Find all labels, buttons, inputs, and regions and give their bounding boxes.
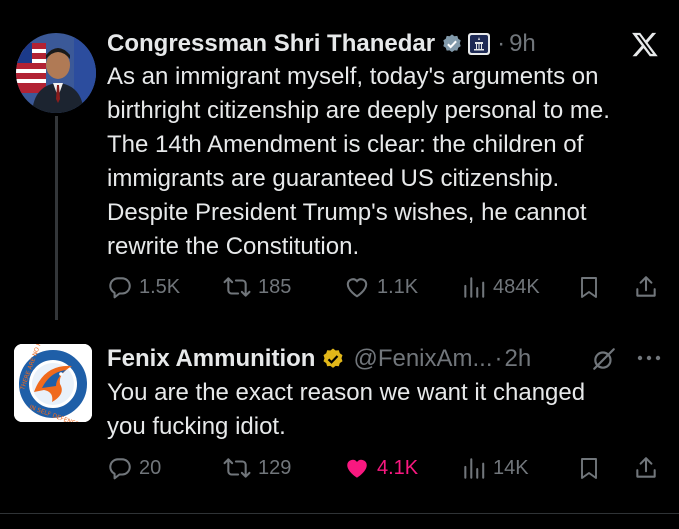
- views-count: 484K: [493, 275, 540, 298]
- reply-count: 1.5K: [139, 275, 181, 298]
- tweet-header: Congressman Shri Thanedar · 9h: [107, 28, 536, 60]
- tweet-text: You are the exact reason we want it chan…: [107, 376, 585, 444]
- more-icon[interactable]: [635, 350, 663, 366]
- text-line: you fucking idiot.: [107, 413, 286, 440]
- dot-separator: ·: [497, 30, 506, 57]
- timestamp[interactable]: 2h: [505, 345, 532, 373]
- share-button[interactable]: [633, 455, 659, 481]
- repost-button[interactable]: 129: [222, 455, 291, 481]
- heart-filled-icon: [347, 459, 367, 478]
- share-icon: [636, 276, 656, 297]
- views-button[interactable]: 484K: [461, 274, 540, 300]
- views-icon: [464, 277, 485, 298]
- bookmark-icon: [581, 458, 597, 479]
- divider: [0, 513, 679, 514]
- thread-line: [55, 116, 58, 320]
- action-bar: 1.5K 185 1.1K 484K: [107, 274, 667, 302]
- x-logo-icon[interactable]: [630, 30, 660, 58]
- grok-icon[interactable]: [591, 346, 617, 372]
- reply-count: 20: [139, 456, 162, 479]
- bookmark-icon: [581, 277, 597, 298]
- share-icon: [636, 457, 656, 478]
- like-button[interactable]: 4.1K: [343, 455, 418, 481]
- reply-button[interactable]: 20: [107, 455, 161, 481]
- avatar[interactable]: [16, 33, 96, 113]
- share-button[interactable]: [633, 274, 659, 300]
- heart-icon: [346, 278, 368, 298]
- views-icon: [464, 458, 485, 479]
- action-bar: 20 129 4.1K 14K: [107, 455, 667, 483]
- government-badge-icon: [467, 32, 491, 56]
- repost-button[interactable]: 185: [222, 274, 291, 300]
- text-line: birthright citizenship are deeply person…: [107, 97, 610, 124]
- repost-icon: [223, 458, 251, 478]
- like-button[interactable]: 1.1K: [343, 274, 418, 300]
- views-count: 14K: [493, 456, 529, 479]
- like-count: 1.1K: [377, 275, 419, 298]
- author-handle[interactable]: @FenixAm...: [353, 345, 492, 373]
- text-line: As an immigrant myself, today's argument…: [107, 63, 599, 90]
- reply-button[interactable]: 1.5K: [107, 274, 180, 300]
- repost-icon: [223, 277, 251, 297]
- bookmark-button[interactable]: [577, 455, 601, 481]
- tweet-thanedar[interactable]: Congressman Shri Thanedar · 9h As an imm…: [0, 0, 679, 320]
- text-line: The 14th Amendment is clear: the childre…: [107, 131, 584, 158]
- reply-icon: [109, 458, 131, 480]
- tweet-header: Fenix Ammunition @FenixAm... · 2h: [107, 342, 531, 376]
- avatar[interactable]: THERE ARE NO RULES IN SELF DEFENSE: [14, 344, 92, 422]
- tweet-fenix[interactable]: THERE ARE NO RULES IN SELF DEFENSE Fenix…: [0, 320, 679, 529]
- repost-count: 185: [258, 275, 292, 298]
- bookmark-button[interactable]: [577, 274, 601, 300]
- gold-verified-badge-icon: [321, 347, 345, 371]
- views-button[interactable]: 14K: [461, 455, 529, 481]
- reply-icon: [109, 277, 131, 299]
- text-line: You are the exact reason we want it chan…: [107, 379, 586, 406]
- timestamp[interactable]: 9h: [509, 30, 536, 58]
- text-line: immigrants are guaranteed US citizenship…: [107, 165, 560, 192]
- tweet-text: As an immigrant myself, today's argument…: [107, 60, 610, 264]
- author-name[interactable]: Fenix Ammunition: [107, 345, 315, 373]
- repost-count: 129: [258, 456, 292, 479]
- verified-badge-icon: [441, 33, 463, 55]
- author-name[interactable]: Congressman Shri Thanedar: [107, 30, 435, 58]
- dot-separator: ·: [494, 345, 503, 372]
- text-line: rewrite the Constitution.: [107, 233, 360, 260]
- text-line: Despite President Trump's wishes, he can…: [107, 199, 587, 226]
- like-count: 4.1K: [377, 456, 419, 479]
